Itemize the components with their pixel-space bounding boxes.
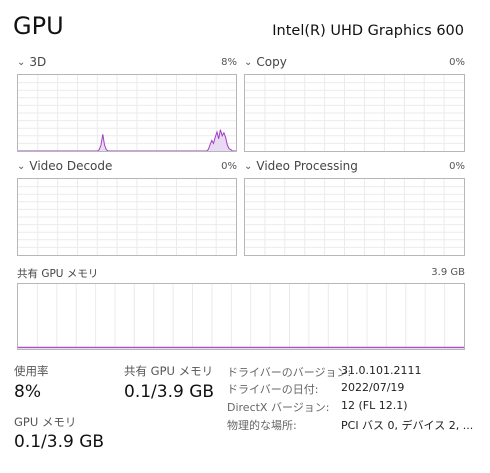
shared-memory-total: 3.9 GB bbox=[431, 267, 465, 278]
engine-selector-video-processing[interactable]: ⌄ Video Processing bbox=[244, 159, 358, 173]
gpu-memory-value: 0.1/3.9 GB bbox=[14, 432, 105, 452]
engine-selector-3d[interactable]: ⌄ 3D bbox=[17, 55, 46, 69]
physical-location-value: PCI バス 0, デバイス 2, ... bbox=[341, 419, 474, 432]
directx-version-value: 12 (FL 12.1) bbox=[341, 399, 408, 412]
engine-percent: 0% bbox=[449, 57, 465, 68]
gpu-model-name: Intel(R) UHD Graphics 600 bbox=[272, 23, 464, 39]
engine-percent: 0% bbox=[449, 161, 465, 172]
driver-version-value: 31.0.101.2111 bbox=[341, 364, 422, 377]
graph-grid bbox=[18, 179, 236, 255]
graph-video-processing bbox=[244, 178, 465, 256]
usage-line-3d bbox=[18, 129, 236, 151]
driver-version-key: ドライバーのバージョン: bbox=[227, 366, 352, 379]
directx-version-key: DirectX バージョン: bbox=[227, 401, 330, 414]
shared-memory-stat-value: 0.1/3.9 GB bbox=[124, 382, 215, 402]
engine-label: Copy bbox=[256, 55, 287, 69]
chevron-down-icon: ⌄ bbox=[244, 161, 253, 172]
engine-selector-copy[interactable]: ⌄ Copy bbox=[244, 55, 287, 69]
shared-memory-stat-label: 共有 GPU メモリ bbox=[124, 364, 214, 378]
graph-3d bbox=[17, 74, 237, 152]
physical-location-key: 物理的な場所: bbox=[227, 419, 297, 432]
graph-copy bbox=[244, 74, 465, 152]
usage-value: 8% bbox=[14, 382, 41, 402]
engine-percent: 8% bbox=[221, 57, 237, 68]
gpu-memory-label: GPU メモリ bbox=[14, 415, 77, 429]
chevron-down-icon: ⌄ bbox=[17, 57, 26, 68]
graph-grid bbox=[245, 75, 464, 151]
page-title: GPU bbox=[13, 12, 64, 40]
engine-selector-video-decode[interactable]: ⌄ Video Decode bbox=[17, 159, 112, 173]
chevron-down-icon: ⌄ bbox=[244, 57, 253, 68]
engine-label: Video Decode bbox=[29, 159, 113, 173]
graph-video-decode bbox=[17, 178, 237, 256]
graph-grid bbox=[18, 75, 236, 151]
usage-label: 使用率 bbox=[14, 364, 49, 378]
engine-label: 3D bbox=[29, 55, 47, 69]
graph-grid bbox=[18, 284, 464, 349]
driver-date-value: 2022/07/19 bbox=[341, 381, 405, 394]
engine-label: Video Processing bbox=[256, 159, 358, 173]
graph-shared-memory bbox=[17, 283, 465, 350]
driver-date-key: ドライバーの日付: bbox=[227, 383, 319, 396]
engine-percent: 0% bbox=[221, 161, 237, 172]
usage-area-3d bbox=[18, 129, 236, 151]
graph-grid bbox=[245, 179, 464, 255]
chevron-down-icon: ⌄ bbox=[17, 161, 26, 172]
shared-memory-label: 共有 GPU メモリ bbox=[17, 268, 99, 280]
